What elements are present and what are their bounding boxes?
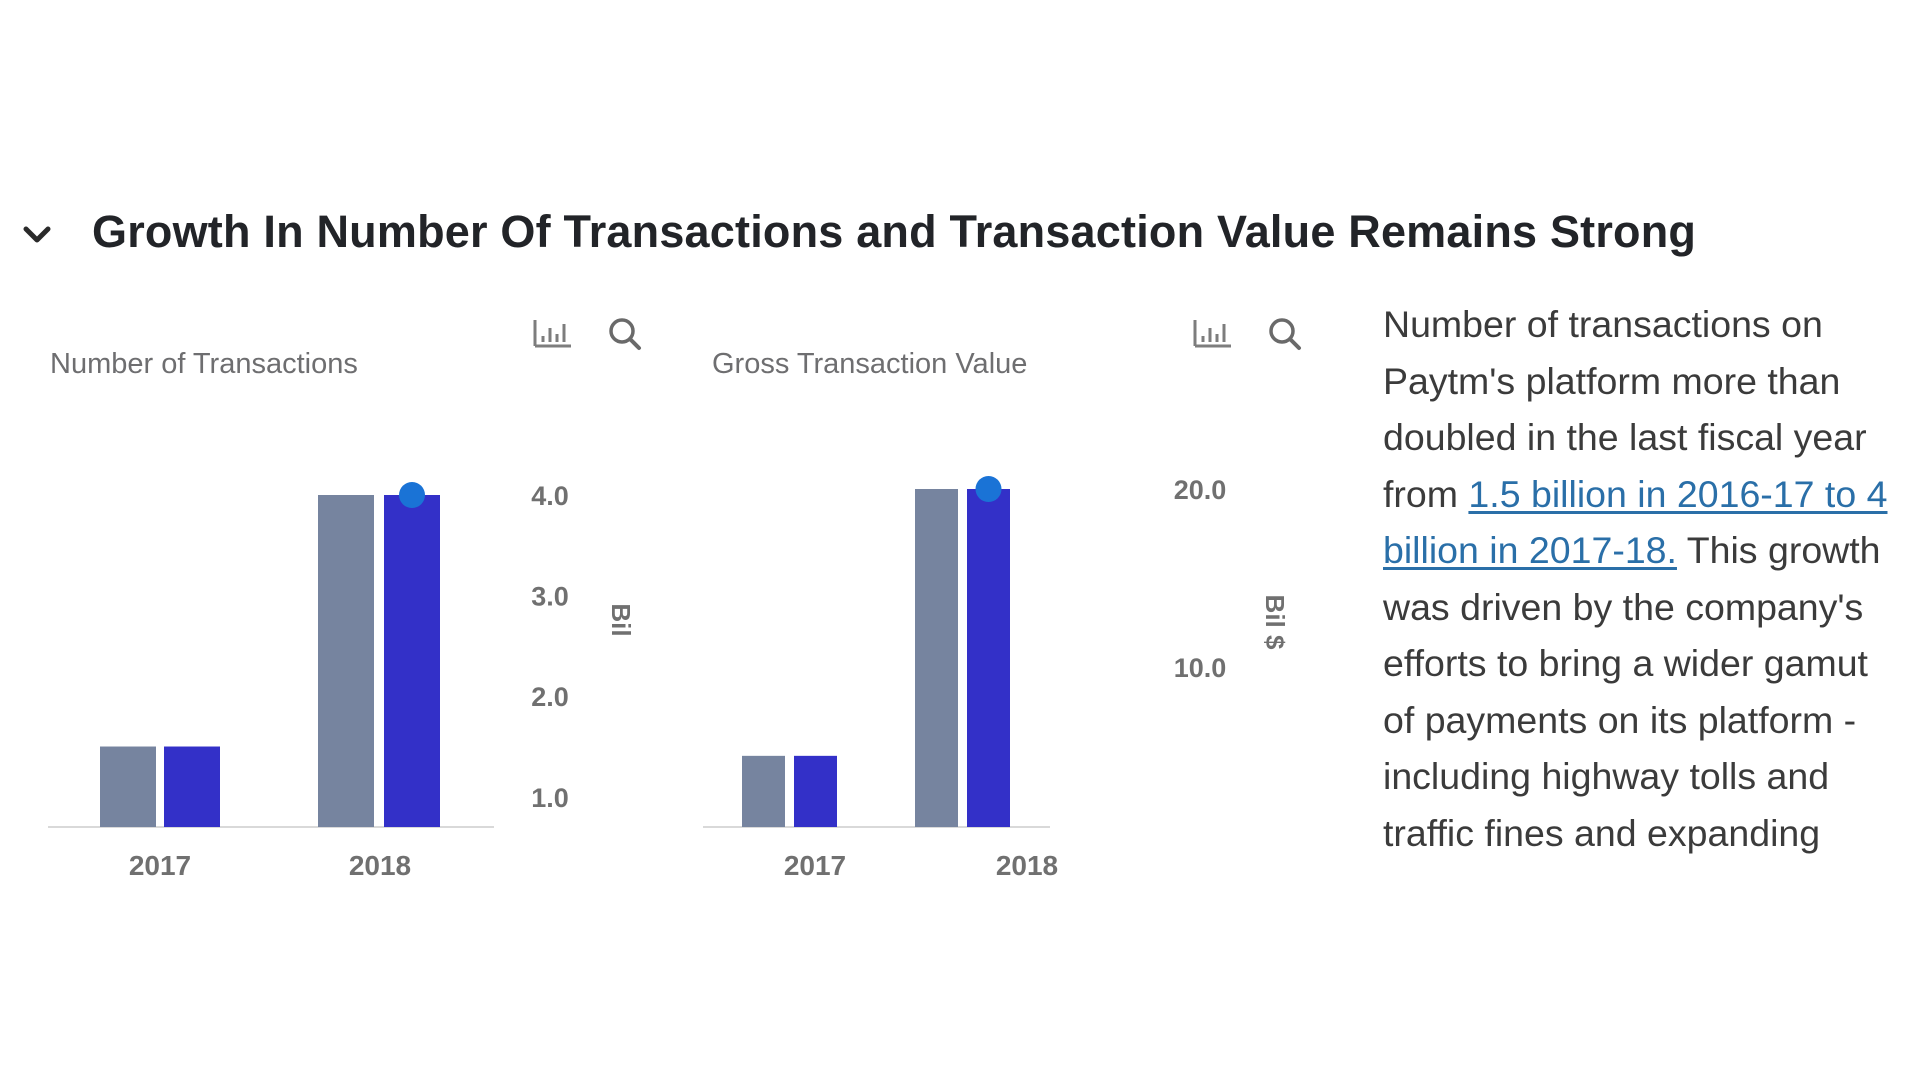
y-axis-unit-label: Bil	[606, 603, 636, 636]
bar-prior-2017[interactable]	[742, 755, 785, 827]
bar-current-2017[interactable]	[164, 746, 220, 827]
y-tick-label: 10.0	[1174, 653, 1227, 683]
bar-prior-2018[interactable]	[915, 489, 958, 827]
y-axis-unit-label: Bil $	[1260, 595, 1290, 650]
y-tick-label: 1.0	[531, 783, 569, 813]
bar-prior-2018[interactable]	[318, 495, 374, 827]
y-tick-label: 4.0	[531, 481, 569, 511]
description-continued: This growth was driven by the company's …	[1383, 529, 1881, 854]
bar-current-2018[interactable]	[384, 495, 440, 827]
bar-current-2017[interactable]	[794, 755, 837, 827]
x-tick-label-2017: 2017	[784, 850, 846, 881]
charts-canvas: 2017 2018 1.0 2.0 3.0 4.0 Bil 2017 2018 10.0 20.0 B…	[48, 475, 1290, 881]
highlight-point[interactable]	[399, 482, 425, 508]
y-tick-label: 3.0	[531, 582, 569, 612]
description-text: Number of transactions on Paytm's platfo…	[1383, 296, 1903, 861]
y-tick-label: 20.0	[1174, 475, 1227, 505]
highlight-point[interactable]	[975, 476, 1002, 502]
bar-current-2018[interactable]	[967, 489, 1010, 827]
y-tick-label: 2.0	[531, 682, 569, 712]
x-tick-label-2018: 2018	[349, 850, 411, 881]
bar-prior-2017[interactable]	[100, 746, 156, 827]
x-tick-label-2018: 2018	[996, 850, 1058, 881]
x-tick-label-2017: 2017	[129, 850, 191, 881]
